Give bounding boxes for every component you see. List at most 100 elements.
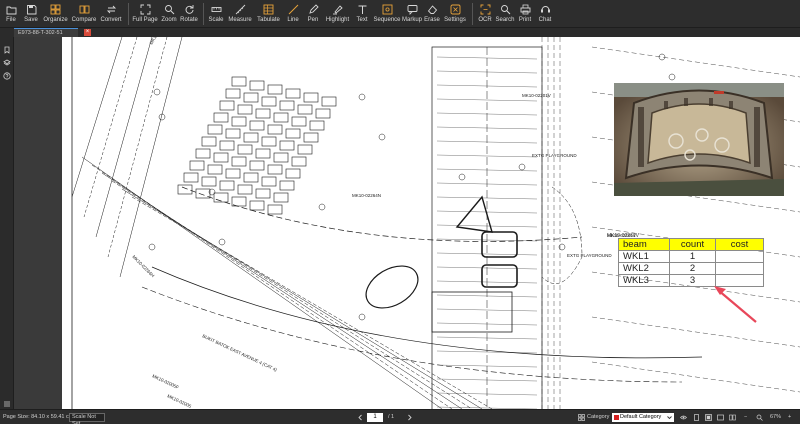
toolbar-full-page-button[interactable]: Full Page — [132, 0, 158, 28]
pdf-page[interactable]: MK10-02726H MK10-02266H MK10-02201V MK10-02… — [62, 37, 800, 409]
toolbar-chat-button[interactable]: Chat — [536, 0, 554, 28]
chevron-down-icon[interactable] — [666, 414, 673, 421]
list-icon[interactable] — [3, 395, 11, 407]
building-cell — [321, 96, 337, 107]
fit-page-icon[interactable] — [705, 414, 712, 421]
toolbar-button-label: Compare — [71, 17, 97, 23]
toolbar-button-label: Erase — [424, 17, 440, 23]
survey-marker — [148, 243, 156, 251]
toolbar-rotate-button[interactable]: Rotate — [180, 0, 198, 28]
page-number-input[interactable]: 1 — [367, 413, 383, 422]
survey-marker — [378, 133, 386, 141]
building-cell — [237, 144, 253, 155]
toolbar-button-label: Save — [24, 17, 38, 23]
visibility-icon[interactable] — [680, 414, 687, 421]
zoom-in-button[interactable]: + — [788, 414, 791, 420]
document-tab[interactable]: E973-88-T-302-51 — [14, 28, 78, 37]
organize-icon — [50, 3, 62, 15]
building-cell — [261, 136, 277, 147]
building-cell — [237, 184, 253, 195]
document-viewport[interactable]: MK10-02726H MK10-02266H MK10-02201V MK10-02… — [14, 37, 800, 409]
toolbar-pen-button[interactable]: Pen — [304, 0, 322, 28]
rotate-icon — [183, 3, 195, 15]
toolbar-button-label: Search — [495, 17, 515, 23]
zoom-out-button[interactable]: − — [744, 414, 747, 420]
toolbar-markup-button[interactable]: Markup — [402, 0, 422, 28]
help-icon[interactable] — [3, 67, 11, 80]
text-icon — [356, 3, 368, 15]
toolbar-save-button[interactable]: Save — [22, 0, 40, 28]
status-bar: Page Size: 84.10 x 59.41 cm Scale Not Se… — [0, 409, 800, 424]
sequence-icon — [381, 3, 393, 15]
toolbar-tabulate-button[interactable]: Tabulate — [255, 0, 282, 28]
toolbar-file-button[interactable]: File — [2, 0, 20, 28]
table-row[interactable]: WKL2 2 — [618, 262, 764, 275]
table-cell[interactable]: 2 — [669, 262, 716, 275]
building-cell — [237, 104, 253, 115]
table-cell[interactable] — [715, 262, 764, 275]
toolbar-text-button[interactable]: Text — [353, 0, 371, 28]
layers-icon[interactable] — [3, 54, 11, 66]
table-cell[interactable]: WKL3 — [618, 274, 670, 287]
next-page-icon[interactable] — [406, 414, 413, 421]
toolbar-organize-button[interactable]: Organize — [42, 0, 69, 28]
beam-table[interactable]: beam count cost WKL1 1 WKL2 2 WKL3 3 — [618, 238, 764, 287]
toolbar-compare-button[interactable]: Compare — [71, 0, 97, 28]
category-dropdown[interactable]: Default Category — [612, 413, 674, 422]
construction-site-photo — [614, 83, 784, 196]
building-cell — [189, 160, 205, 171]
building-cell — [255, 148, 271, 159]
two-page-icon[interactable] — [729, 414, 736, 421]
toolbar-erase-button[interactable]: Erase — [423, 0, 441, 28]
building-cell — [225, 128, 241, 139]
table-cell[interactable] — [715, 250, 764, 263]
scale-field[interactable]: Scale Not Set — [69, 413, 105, 424]
toolbar-scale-button[interactable]: Scale — [207, 0, 225, 28]
tabulate-icon — [263, 3, 275, 15]
toolbar-sequence-button[interactable]: Sequence — [373, 0, 401, 28]
table-row[interactable]: WKL1 1 — [618, 250, 764, 263]
building-cell — [315, 108, 331, 119]
annotation-arrow[interactable] — [712, 282, 762, 327]
toolbar-button-label: Settings — [444, 17, 466, 23]
drawing-label: MK10-02201V — [522, 93, 551, 98]
table-cell[interactable]: WKL1 — [618, 250, 670, 263]
toolbar-search-button[interactable]: Search — [495, 0, 515, 28]
table-cell[interactable]: 3 — [669, 274, 716, 287]
table-cell[interactable]: 1 — [669, 250, 716, 263]
table-cell[interactable]: WKL2 — [618, 262, 670, 275]
toolbar-line-button[interactable]: Line — [284, 0, 302, 28]
highlight-icon — [332, 3, 344, 15]
building-cell — [279, 140, 295, 151]
building-cell — [243, 172, 259, 183]
prev-page-icon[interactable] — [357, 414, 364, 421]
building-cell — [309, 120, 325, 131]
toolbar-ocr-button[interactable]: OCR — [476, 0, 494, 28]
building-cell — [195, 148, 211, 159]
zoom-level[interactable]: 67% — [770, 414, 781, 420]
toolbar-button-label: Line — [287, 17, 299, 23]
toolbar-highlight-button[interactable]: Highlight — [324, 0, 351, 28]
toolbar-convert-button[interactable]: Convert — [99, 0, 123, 28]
bookmark-icon[interactable] — [3, 41, 11, 54]
drawing-line — [431, 291, 513, 333]
toolbar-button-label: File — [6, 17, 16, 23]
toolbar-zoom-button[interactable]: Zoom — [160, 0, 178, 28]
building-cell — [261, 96, 277, 107]
drawing-line — [131, 196, 493, 409]
toolbar-button-label: Zoom — [161, 17, 177, 23]
single-page-icon[interactable] — [693, 414, 700, 421]
drawing-line — [141, 286, 683, 383]
toolbar-settings-button[interactable]: Settings — [443, 0, 467, 28]
toolbar-measure-button[interactable]: Measure — [227, 0, 253, 28]
close-tab-icon[interactable]: × — [84, 29, 91, 36]
drawing-line — [591, 46, 800, 78]
survey-marker — [218, 238, 226, 246]
print-icon — [519, 3, 531, 15]
building-cell — [285, 168, 301, 179]
fit-width-icon[interactable] — [717, 414, 724, 421]
page-size-text: Page Size: 84.10 x 59.41 cm — [3, 414, 74, 420]
toolbar-print-button[interactable]: Print — [516, 0, 534, 28]
toolbar-button-label: Scale — [208, 17, 224, 23]
zoom-icon — [163, 3, 175, 15]
